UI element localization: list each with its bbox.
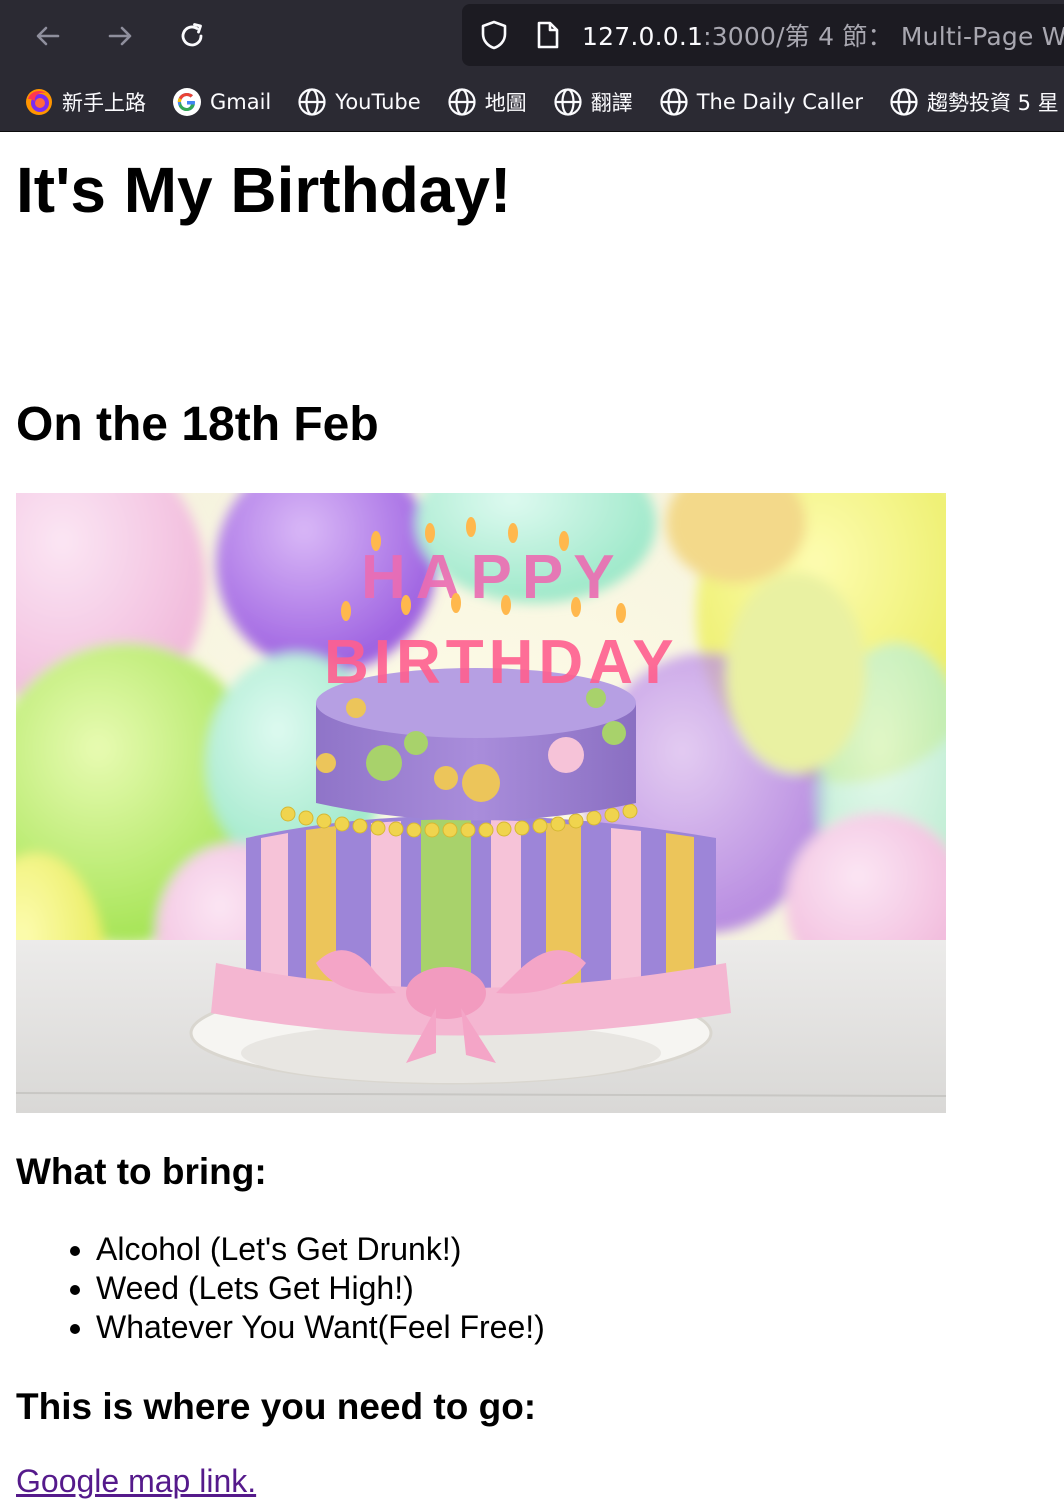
where-heading: This is where you need to go:	[16, 1386, 537, 1427]
candle-text-happy: HAPPY	[361, 543, 625, 612]
bookmark-label: Gmail	[210, 89, 272, 114]
shield-icon[interactable]	[478, 19, 510, 51]
url-host: 127.0.0.1	[582, 22, 704, 51]
globe-icon	[553, 87, 583, 117]
url-text: 127.0.0.1:3000/第 4 節： Multi-Page W	[582, 17, 1064, 53]
globe-icon	[297, 87, 327, 117]
arrow-right-icon	[108, 26, 132, 46]
google-icon	[172, 87, 202, 117]
globe-icon	[889, 87, 919, 117]
bookmark-trend-investing[interactable]: 趨勢投資 5 星	[889, 87, 1059, 117]
candle-text-birthday: BIRTHDAY	[324, 628, 679, 697]
arrow-left-icon	[36, 26, 60, 46]
bring-list: Alcohol (Let's Get Drunk!) Weed (Lets Ge…	[16, 1230, 545, 1347]
list-item: Weed (Lets Get High!)	[96, 1269, 545, 1308]
page-icon[interactable]	[534, 20, 562, 50]
bookmark-youtube[interactable]: YouTube	[297, 87, 421, 117]
bookmark-label: 趨勢投資 5 星	[927, 90, 1059, 115]
globe-icon	[447, 87, 477, 117]
bookmark-label: 翻譯	[590, 90, 633, 115]
bookmark-getting-started[interactable]: 新手上路	[24, 87, 146, 117]
browser-chrome: 127.0.0.1:3000/第 4 節： Multi-Page W 新手上路	[0, 0, 1064, 132]
date-heading: On the 18th Feb	[16, 398, 379, 451]
bookmark-label: 新手上路	[62, 90, 146, 115]
birthday-cake-image: HAPPY BIRTHDAY	[16, 493, 946, 1113]
reload-icon	[181, 23, 203, 47]
bookmark-label: YouTube	[335, 89, 421, 114]
google-map-link[interactable]: Google map link.	[16, 1462, 256, 1500]
url-path: :3000/第 4 節： Multi-Page W	[703, 22, 1064, 51]
browser-toolbar: 127.0.0.1:3000/第 4 節： Multi-Page W	[0, 0, 1064, 72]
list-item: Whatever You Want(Feel Free!)	[96, 1308, 545, 1347]
back-button[interactable]	[26, 14, 70, 58]
bring-heading: What to bring:	[16, 1151, 267, 1192]
bookmark-gmail[interactable]: Gmail	[172, 87, 271, 117]
firefox-icon	[24, 87, 54, 117]
bookmarks-toolbar: 新手上路 Gmail YouTube 地圖 翻譯 The Daily Calle…	[0, 72, 1064, 132]
bookmark-translate[interactable]: 翻譯	[553, 87, 633, 117]
bookmark-daily-caller[interactable]: The Daily Caller	[659, 87, 863, 117]
reload-button[interactable]	[170, 14, 214, 58]
bookmark-maps[interactable]: 地圖	[447, 87, 527, 117]
bookmark-label: The Daily Caller	[696, 89, 863, 114]
globe-icon	[659, 87, 689, 117]
list-item: Alcohol (Let's Get Drunk!)	[96, 1230, 545, 1269]
forward-button[interactable]	[98, 14, 142, 58]
page-title: It's My Birthday!	[16, 154, 512, 226]
bookmark-label: 地圖	[484, 90, 527, 115]
address-bar[interactable]: 127.0.0.1:3000/第 4 節： Multi-Page W	[462, 4, 1064, 66]
